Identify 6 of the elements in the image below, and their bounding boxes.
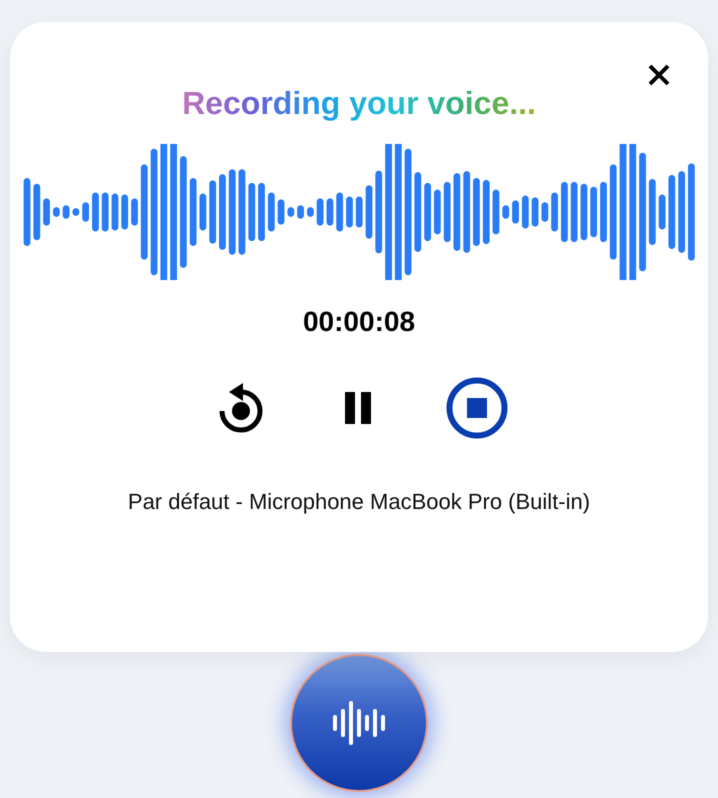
microphone-label: Par défaut - Microphone MacBook Pro (Built-in) xyxy=(128,489,590,515)
stop-button[interactable] xyxy=(446,377,508,439)
pause-icon xyxy=(345,392,373,424)
voice-button[interactable] xyxy=(290,654,428,792)
timer: 00:00:08 xyxy=(302,305,416,339)
close-icon[interactable] xyxy=(646,62,672,88)
